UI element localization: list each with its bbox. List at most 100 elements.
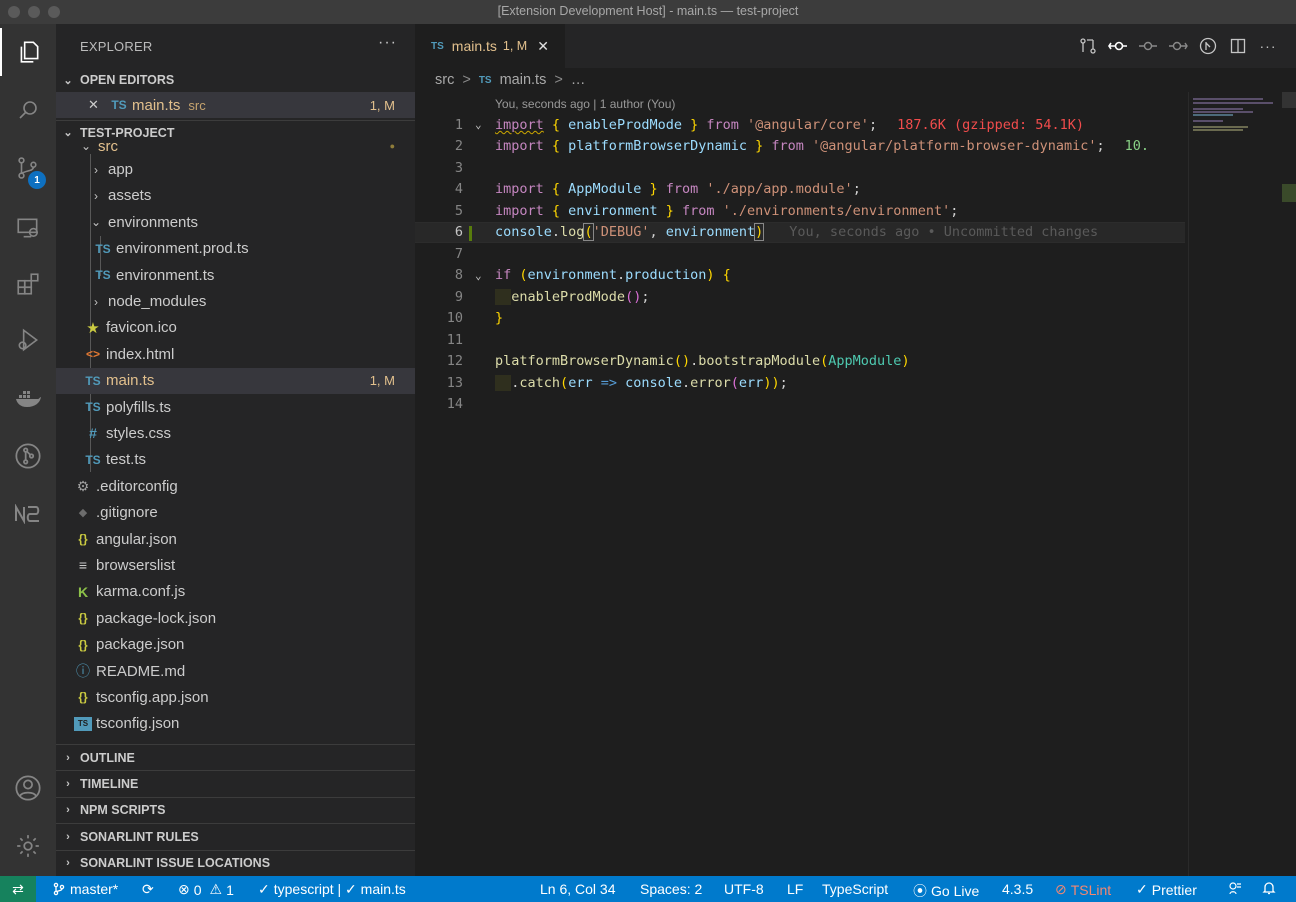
extensions-icon[interactable] xyxy=(0,260,56,308)
nx-icon[interactable] xyxy=(0,490,56,538)
codelens-blame[interactable]: You, seconds ago | 1 author (You) xyxy=(495,97,675,111)
tree-item-label: styles.css xyxy=(106,424,172,442)
npm-scripts-section-header[interactable]: › NPM SCRIPTS xyxy=(56,796,415,823)
tslint-status[interactable]: ⊘ TSLint xyxy=(1055,881,1111,898)
tree-file-environment-ts[interactable]: TS environment.ts xyxy=(56,262,415,288)
timeline-section-header[interactable]: › TIMELINE xyxy=(56,770,415,796)
breadcrumb-file[interactable]: main.ts xyxy=(500,72,547,88)
prettier-status[interactable]: ✓ Prettier xyxy=(1136,881,1197,898)
more-actions-icon[interactable]: ··· xyxy=(378,34,397,52)
remote-explorer-icon[interactable] xyxy=(0,204,56,252)
tree-file-package-lock-json[interactable]: {} package-lock.json xyxy=(56,605,415,631)
code-token: environment xyxy=(665,224,756,241)
minimap[interactable] xyxy=(1188,92,1280,876)
tree-file-karma-conf[interactable]: K karma.conf.js xyxy=(56,579,415,605)
docker-icon[interactable] xyxy=(0,374,56,422)
code-token: '@angular/core' xyxy=(747,116,869,133)
tree-file-test-ts[interactable]: TS test.ts xyxy=(56,447,415,473)
language-mode[interactable]: TypeScript xyxy=(822,881,888,897)
gitlens-inspect-icon[interactable] xyxy=(1198,36,1218,56)
code-token: if xyxy=(495,267,512,284)
tree-file-readme[interactable]: ⓘ README.md xyxy=(56,658,415,684)
encoding-status[interactable]: UTF-8 xyxy=(724,881,764,897)
search-icon[interactable] xyxy=(0,86,56,134)
breadcrumb-symbols[interactable]: … xyxy=(571,72,586,88)
tree-item-label: index.html xyxy=(106,345,175,363)
code-token: { xyxy=(543,202,569,219)
code-token: AppModule xyxy=(828,353,902,370)
more-editor-actions-icon[interactable]: ··· xyxy=(1258,36,1278,56)
modified-dot: ● xyxy=(389,141,395,152)
indentation-status[interactable]: Spaces: 2 xyxy=(640,881,702,897)
eol-status[interactable]: LF xyxy=(787,881,803,897)
outline-section-header[interactable]: › OUTLINE xyxy=(56,744,415,770)
typescript-status[interactable]: ✓ typescript | ✓ main.ts xyxy=(258,881,406,898)
tree-folder-app[interactable]: › app xyxy=(56,156,415,182)
tree-file-main-ts[interactable]: TS main.ts 1, M xyxy=(56,367,415,394)
tree-file-package-json[interactable]: {} package.json xyxy=(56,631,415,657)
next-revision-icon[interactable] xyxy=(1168,36,1188,56)
tree-file-index-html[interactable]: <> index.html xyxy=(56,341,415,367)
tree-folder-node-modules[interactable]: › node_modules xyxy=(56,288,415,314)
source-control-badge: 1 xyxy=(28,171,46,189)
sonarlint-issue-locations-section-header[interactable]: › SONARLINT ISSUE LOCATIONS xyxy=(56,849,415,876)
tab-main-ts[interactable]: TS main.ts 1, M ✕ xyxy=(415,24,565,68)
code-token: console xyxy=(625,374,682,391)
previous-revision-icon[interactable] xyxy=(1108,36,1128,56)
sync-button[interactable]: ⟳ xyxy=(142,881,154,898)
tree-file-polyfills-ts[interactable]: TS polyfills.ts xyxy=(56,394,415,420)
typescript-file-icon: TS xyxy=(85,373,101,388)
close-editor-icon[interactable]: ✕ xyxy=(88,97,104,113)
commit-graph-icon[interactable] xyxy=(1138,36,1158,56)
fold-chevron-icon[interactable]: ⌄ xyxy=(475,118,482,131)
cursor-position[interactable]: Ln 6, Col 34 xyxy=(540,881,616,897)
code-token: 'DEBUG' xyxy=(592,224,650,241)
open-changes-icon[interactable] xyxy=(1078,36,1098,56)
code-token: err xyxy=(568,374,593,391)
go-live-button[interactable]: ⦿ Go Live xyxy=(913,881,979,901)
line-number: 5 xyxy=(454,202,463,219)
tree-file-styles-css[interactable]: # styles.css xyxy=(56,420,415,446)
code-token: ; xyxy=(641,288,650,305)
open-editors-section-header[interactable]: ⌄ OPEN EDITORS xyxy=(56,68,415,92)
breadcrumb-folder[interactable]: src xyxy=(435,72,454,88)
settings-gear-icon[interactable] xyxy=(0,822,56,870)
scrollbar-thumb[interactable] xyxy=(1282,92,1296,108)
tree-file-tsconfig-app-json[interactable]: {} tsconfig.app.json xyxy=(56,684,415,710)
tree-folder-environments[interactable]: ⌄ environments xyxy=(56,209,415,235)
html-file-icon: <> xyxy=(85,347,100,362)
branch-icon xyxy=(53,882,65,896)
tree-file-angular-json[interactable]: {} angular.json xyxy=(56,526,415,552)
tree-folder-src[interactable]: ⌄ src ● xyxy=(56,136,415,156)
account-icon[interactable] xyxy=(0,764,56,812)
open-editor-item-main-ts[interactable]: ✕ TS main.ts src 1, M xyxy=(56,92,415,119)
tree-folder-assets[interactable]: › assets xyxy=(56,183,415,209)
tree-file-editorconfig[interactable]: ⚙ .editorconfig xyxy=(56,473,415,499)
sonarlint-rules-section-header[interactable]: › SONARLINT RULES xyxy=(56,823,415,849)
split-editor-icon[interactable] xyxy=(1228,36,1248,56)
gitlens-icon[interactable] xyxy=(0,432,56,480)
explorer-icon[interactable] xyxy=(0,28,56,76)
fold-chevron-icon[interactable]: ⌄ xyxy=(475,269,482,282)
notifications-bell-icon[interactable] xyxy=(1262,881,1276,895)
code-token: environment xyxy=(527,267,617,284)
minimap-line xyxy=(1193,108,1243,110)
tree-file-environment-prod-ts[interactable]: TS environment.prod.ts xyxy=(56,236,415,262)
branch-status[interactable]: master* xyxy=(52,881,118,897)
typescript-version[interactable]: 4.3.5 xyxy=(1002,881,1033,897)
problems-status[interactable]: ⊗ 0 ⚠ 1 xyxy=(178,881,234,898)
tree-file-gitignore[interactable]: ◆ .gitignore xyxy=(56,499,415,525)
run-debug-icon[interactable] xyxy=(0,316,56,364)
tree-file-browserslist[interactable]: ≡ browserslist xyxy=(56,552,415,578)
tree-file-favicon[interactable]: ★ favicon.ico xyxy=(56,315,415,341)
code-token: import xyxy=(495,138,544,155)
tree-file-tsconfig-json[interactable]: TS tsconfig.json xyxy=(56,711,415,737)
line-number: 13 xyxy=(446,374,463,391)
status-bar: ⇄ master* ⟳ ⊗ 0 ⚠ 1 ✓ typescript | ✓ mai… xyxy=(0,876,1296,902)
explorer-sidebar: EXPLORER ··· ⌄ OPEN EDITORS ✕ TS main.ts… xyxy=(56,24,415,876)
close-tab-icon[interactable]: ✕ xyxy=(537,38,549,55)
remote-indicator[interactable]: ⇄ xyxy=(0,876,36,902)
line-number: 4 xyxy=(454,181,463,198)
feedback-icon[interactable] xyxy=(1228,881,1242,895)
source-control-icon[interactable]: 1 xyxy=(0,144,56,192)
